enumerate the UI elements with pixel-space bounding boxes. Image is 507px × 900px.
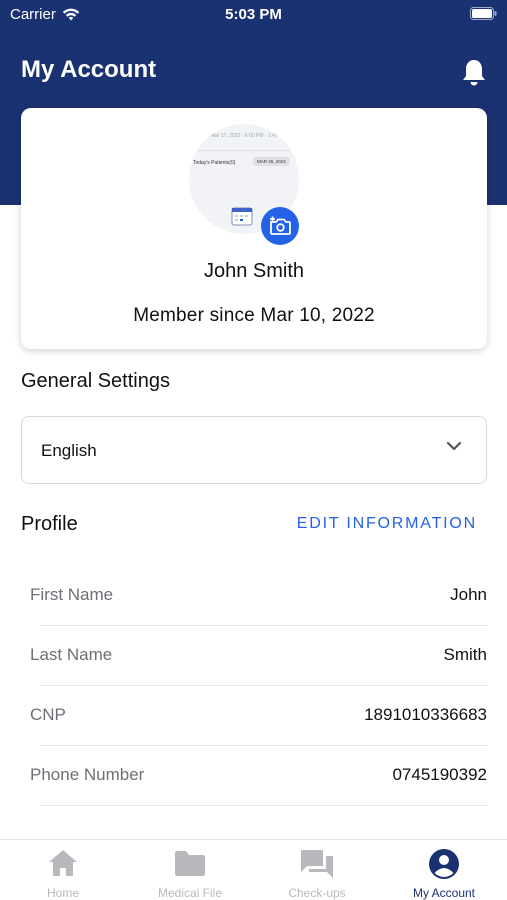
account-icon xyxy=(381,848,507,880)
profile-field-first-name: First Name John xyxy=(30,566,487,626)
field-label: CNP xyxy=(30,705,66,724)
field-value: 0745190392 xyxy=(392,765,487,784)
status-bar: Carrier 5:03 PM xyxy=(0,0,507,30)
status-time: 5:03 PM xyxy=(225,6,282,23)
avatar-preview-date-chip: MAR 26, 2022 xyxy=(253,157,290,166)
tab-home[interactable]: Home xyxy=(0,840,126,900)
chat-icon xyxy=(254,848,380,880)
tab-label: Check-ups xyxy=(288,886,346,900)
profile-field-phone-number: Phone Number 0745190392 xyxy=(30,746,487,806)
avatar-preview-patients: Today's Patients(0) xyxy=(193,160,236,166)
field-label: Last Name xyxy=(30,645,113,664)
avatar-preview-divider xyxy=(197,150,297,151)
member-since: Member since Mar 10, 2022 xyxy=(133,305,375,326)
add-photo-icon xyxy=(270,216,291,235)
tab-label: Medical File xyxy=(157,886,223,900)
profile-heading: Profile xyxy=(21,513,78,535)
general-settings-heading: General Settings xyxy=(21,370,170,392)
home-icon xyxy=(0,848,126,878)
profile-card: Mar 17, 2022 · 6:00 PM · 1:47 Today's Pa… xyxy=(21,108,487,349)
tab-medical-file[interactable]: Medical File xyxy=(127,840,253,900)
profile-field-cnp: CNP 1891010336683 xyxy=(30,686,487,746)
tab-check-ups[interactable]: Check-ups xyxy=(254,840,380,900)
chevron-down-icon xyxy=(446,439,462,457)
notifications-bell-icon[interactable] xyxy=(461,58,487,91)
field-label: Phone Number xyxy=(30,765,145,784)
field-label: First Name xyxy=(30,585,114,604)
tab-label: Home xyxy=(46,886,79,900)
user-name: John Smith xyxy=(203,260,305,282)
tab-bar: Home Medical File Check-ups My Account xyxy=(0,839,507,900)
language-value: English xyxy=(41,441,97,460)
field-value: John xyxy=(450,585,487,604)
profile-field-last-name: Last Name Smith xyxy=(30,626,487,686)
edit-information-button[interactable]: EDIT INFORMATION xyxy=(297,515,477,533)
field-value: 1891010336683 xyxy=(364,705,487,724)
field-value: Smith xyxy=(443,645,487,664)
change-photo-button[interactable] xyxy=(261,207,299,245)
language-select[interactable]: English xyxy=(21,416,487,484)
battery-icon xyxy=(470,7,497,24)
tab-my-account[interactable]: My Account xyxy=(381,840,507,900)
tab-label: My Account xyxy=(412,886,476,900)
folder-icon xyxy=(127,848,253,878)
avatar-preview-topline: Mar 17, 2022 · 6:00 PM · 1:47 xyxy=(211,133,278,139)
divider xyxy=(40,805,487,806)
page-title: My Account xyxy=(21,56,157,83)
calendar-icon xyxy=(231,204,257,233)
